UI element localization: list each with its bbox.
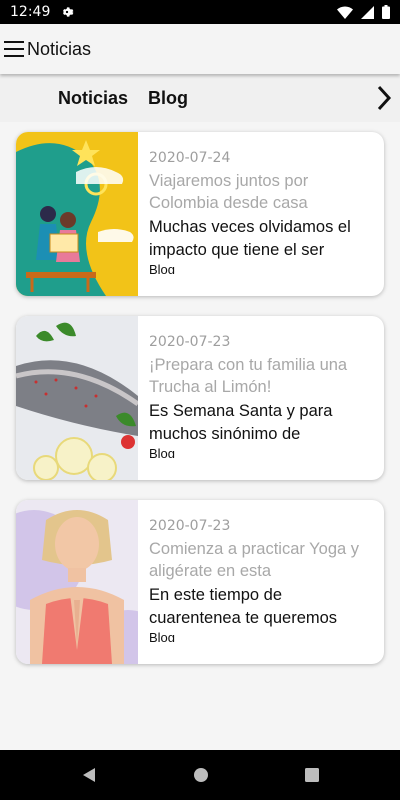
article-image	[16, 132, 138, 296]
article-date: 2020-07-23	[149, 518, 231, 534]
tab-blog[interactable]: Blog	[138, 88, 198, 109]
app-title: Noticias	[27, 38, 92, 59]
status-bar: 12:49	[0, 0, 400, 24]
article-summary: Es Semana Santa y para muchos sinónimo d…	[149, 402, 333, 443]
article-category: Blog	[149, 446, 176, 458]
article-date: 2020-07-23	[149, 334, 231, 350]
article-title: ¡Prepara con tu familia una Trucha al Li…	[149, 356, 348, 396]
article-image	[16, 500, 138, 664]
chevron-right-icon[interactable]	[374, 84, 394, 112]
article-category: Blog	[149, 630, 176, 642]
battery-icon	[382, 5, 390, 19]
article-summary: Muchas veces olvidamos el impacto que ti…	[149, 218, 351, 259]
article-date: 2020-07-24	[149, 150, 231, 166]
article-image	[16, 316, 138, 480]
back-icon[interactable]	[81, 767, 97, 783]
article-summary: En este tiempo de cuarentenea te queremo…	[149, 586, 338, 627]
home-icon[interactable]	[193, 767, 209, 783]
article-card[interactable]: 2020-07-23 ¡Prepara con tu familia una T…	[16, 316, 384, 480]
menu-icon[interactable]	[4, 41, 24, 57]
system-nav-bar	[0, 750, 400, 800]
news-feed: 2020-07-24 Viajaremos juntos por Colombi…	[0, 122, 400, 750]
article-category: Blog	[149, 262, 176, 274]
article-card[interactable]: 2020-07-24 Viajaremos juntos por Colombi…	[16, 132, 384, 296]
signal-icon	[361, 5, 374, 19]
tab-noticias[interactable]: Noticias	[48, 88, 138, 109]
tab-strip: Noticias Blog	[0, 74, 400, 122]
wifi-icon	[337, 5, 353, 19]
app-bar: Noticias	[0, 24, 400, 74]
status-time: 12:49	[10, 4, 51, 20]
recents-icon[interactable]	[305, 768, 319, 782]
article-title: Comienza a practicar Yoga y aligérate en…	[149, 540, 360, 580]
article-card[interactable]: 2020-07-23 Comienza a practicar Yoga y a…	[16, 500, 384, 664]
gear-icon	[63, 7, 74, 17]
article-title: Viajaremos juntos por Colombia desde cas…	[149, 172, 309, 212]
